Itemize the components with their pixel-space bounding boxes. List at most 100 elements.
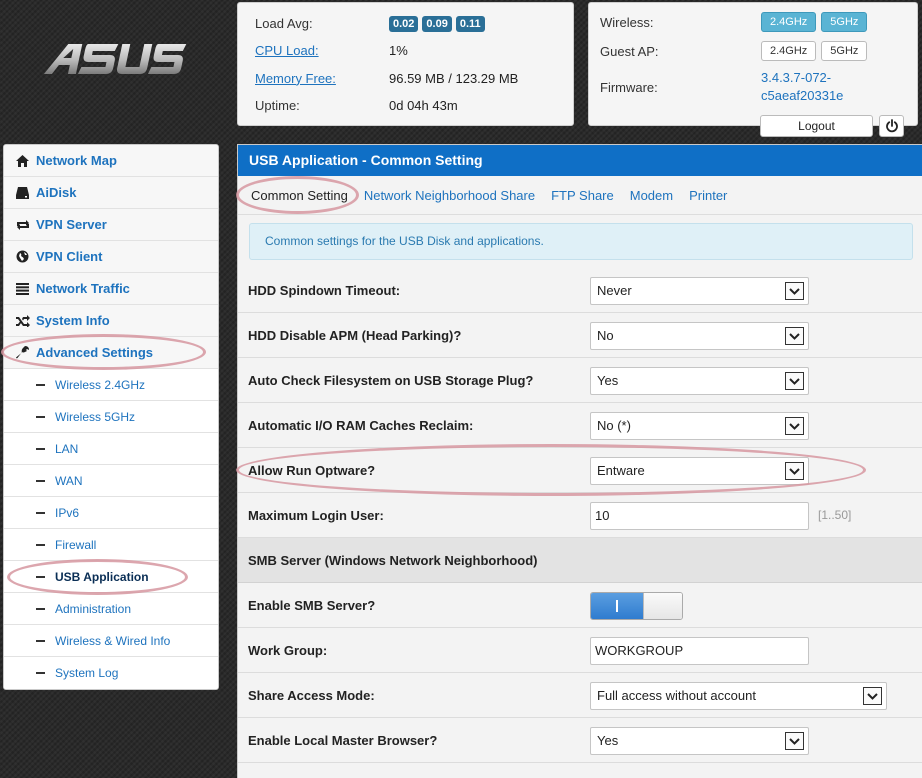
wireless-row: Wireless: 2.4GHz 5GHz [600, 12, 872, 32]
smb-enable-row: Enable SMB Server? [238, 583, 922, 628]
sidebar-item-system-info[interactable]: System Info [4, 305, 218, 337]
wrench-icon [16, 346, 36, 359]
select-value: Full access without account [597, 688, 756, 703]
share-mode-select[interactable]: Full access without account [590, 682, 887, 710]
select-value: No (*) [597, 418, 631, 433]
sidebar-subitem-label: Administration [55, 601, 132, 616]
ram-reclaim-row: Automatic I/O RAM Caches Reclaim: No (*) [238, 403, 922, 448]
master-browser-label: Enable Local Master Browser? [248, 732, 438, 748]
hdd-spindown-select[interactable]: Never [590, 277, 809, 305]
load-avg-5: 0.09 [422, 15, 452, 32]
sidebar-item-label: Network Traffic [36, 281, 130, 296]
sidebar-subitem-label: LAN [55, 441, 79, 456]
smb-enable-toggle[interactable] [590, 592, 683, 620]
reboot-button[interactable] [879, 115, 904, 137]
max-login-hint: [1..50] [818, 508, 852, 522]
guest-ap-row: Guest AP: 2.4GHz 5GHz [600, 41, 872, 61]
tab-common-setting[interactable]: Common Setting [243, 188, 356, 203]
optware-select[interactable]: Entware [590, 457, 809, 485]
guest-5ghz-button[interactable]: 5GHz [821, 41, 868, 61]
sidebar-subitem-ipv6[interactable]: IPv6 [4, 497, 218, 529]
firmware-row: Firmware: 3.4.3.7-072-c5aeaf20331e [600, 69, 861, 105]
tab-network-neighborhood-share[interactable]: Network Neighborhood Share [356, 188, 543, 203]
master-browser-select[interactable]: Yes [590, 727, 809, 755]
tab-modem[interactable]: Modem [622, 188, 681, 203]
sidebar-subitem-usb-application[interactable]: USB Application [4, 561, 218, 593]
tab-ftp-share[interactable]: FTP Share [543, 188, 622, 203]
dash-icon [36, 543, 45, 546]
sidebar-subitem-wireless-24ghz[interactable]: Wireless 2.4GHz [4, 369, 218, 401]
sidebar-subitem-wireless-5ghz[interactable]: Wireless 5GHz [4, 401, 218, 433]
chevron-down-icon [785, 372, 804, 390]
wireless-5ghz-button[interactable]: 5GHz [821, 12, 868, 32]
load-avg-1: 0.02 [389, 15, 419, 32]
sidebar-subitem-firewall[interactable]: Firewall [4, 529, 218, 561]
sidebar-item-vpn-server[interactable]: VPN Server [4, 209, 218, 241]
sidebar-item-label: Advanced Settings [36, 345, 154, 360]
sidebar-item-label: VPN Server [36, 217, 107, 232]
ram-reclaim-select[interactable]: No (*) [590, 412, 809, 440]
power-icon [885, 119, 898, 133]
hdd-spindown-label: HDD Spindown Timeout: [248, 282, 401, 298]
share-mode-label: Share Access Mode: [248, 687, 375, 703]
dash-icon [36, 575, 45, 578]
sidebar-item-network-map[interactable]: Network Map [4, 145, 218, 177]
toggle-on [591, 593, 643, 619]
hdd-spindown-row: HDD Spindown Timeout: Never [238, 268, 922, 313]
workgroup-input[interactable]: WORKGROUP [590, 637, 809, 665]
chevron-down-icon [785, 327, 804, 345]
workgroup-row: Work Group: WORKGROUP [238, 628, 922, 673]
select-value: Yes [597, 733, 619, 748]
chevron-down-icon [785, 417, 804, 435]
ram-reclaim-label: Automatic I/O RAM Caches Reclaim: [248, 417, 474, 433]
sidebar-subitem-lan[interactable]: LAN [4, 433, 218, 465]
tab-printer[interactable]: Printer [681, 188, 735, 203]
guest-24ghz-button[interactable]: 2.4GHz [761, 41, 817, 61]
cpu-row: CPU Load: 1% [255, 39, 408, 61]
firmware-version-link[interactable]: 3.4.3.7-072-c5aeaf20331e [761, 69, 861, 105]
auto-check-select[interactable]: Yes [590, 367, 809, 395]
uptime-value: 0d 04h 43m [389, 97, 458, 113]
smb-enable-label: Enable SMB Server? [248, 597, 376, 613]
select-value: Never [597, 283, 632, 298]
sidebar-subitem-wan[interactable]: WAN [4, 465, 218, 497]
sidebar-subitem-administration[interactable]: Administration [4, 593, 218, 625]
sidebar-item-vpn-client[interactable]: VPN Client [4, 241, 218, 273]
sidebar-subitem-label: System Log [55, 666, 119, 680]
memory-free-link[interactable]: Memory Free: [255, 71, 389, 86]
chevron-down-icon [785, 462, 804, 480]
cpu-load-link[interactable]: CPU Load: [255, 43, 389, 58]
chevron-down-icon [863, 687, 882, 705]
sidebar-item-advanced-settings[interactable]: Advanced Settings [4, 337, 218, 369]
hdd-apm-label: HDD Disable APM (Head Parking)? [248, 327, 462, 343]
max-login-label: Maximum Login User: [248, 507, 384, 523]
uptime-label: Uptime: [255, 97, 300, 113]
list-icon [16, 282, 36, 295]
tab-bar: Common Setting Network Neighborhood Shar… [238, 176, 922, 215]
dash-icon [36, 479, 45, 482]
sidebar-subitem-system-log[interactable]: System Log [4, 657, 218, 689]
sidebar-subitem-wireless-wired-info[interactable]: Wireless & Wired Info [4, 625, 218, 657]
shuffle-icon [16, 314, 36, 327]
chevron-down-icon [785, 732, 804, 750]
dash-icon [36, 607, 45, 610]
wireless-status-panel: Wireless: 2.4GHz 5GHz Guest AP: 2.4GHz 5… [588, 2, 918, 137]
hdd-apm-row: HDD Disable APM (Head Parking)? No [238, 313, 922, 358]
max-login-input[interactable]: 10 [590, 502, 809, 530]
dash-icon [36, 447, 45, 450]
optware-label: Allow Run Optware? [248, 462, 376, 478]
sidebar-item-network-traffic[interactable]: Network Traffic [4, 273, 218, 305]
hdd-apm-select[interactable]: No [590, 322, 809, 350]
retweet-icon [16, 219, 36, 231]
wireless-24ghz-button[interactable]: 2.4GHz [761, 12, 817, 32]
sidebar-subitem-label: Wireless & Wired Info [55, 633, 171, 648]
wireless-label: Wireless: [600, 14, 654, 30]
home-icon [16, 154, 36, 167]
sidebar-item-aidisk[interactable]: AiDisk [4, 177, 218, 209]
smb-section-header: SMB Server (Windows Network Neighborhood… [238, 538, 922, 583]
memory-row: Memory Free: 96.59 MB / 123.29 MB [255, 67, 518, 89]
sidebar-subitem-label: Firewall [55, 537, 97, 552]
system-status-panel: Load Avg: 0.02 0.09 0.11 CPU Load: 1% Memo… [237, 2, 574, 126]
logout-button[interactable]: Logout [760, 115, 873, 137]
dash-icon [36, 383, 45, 386]
